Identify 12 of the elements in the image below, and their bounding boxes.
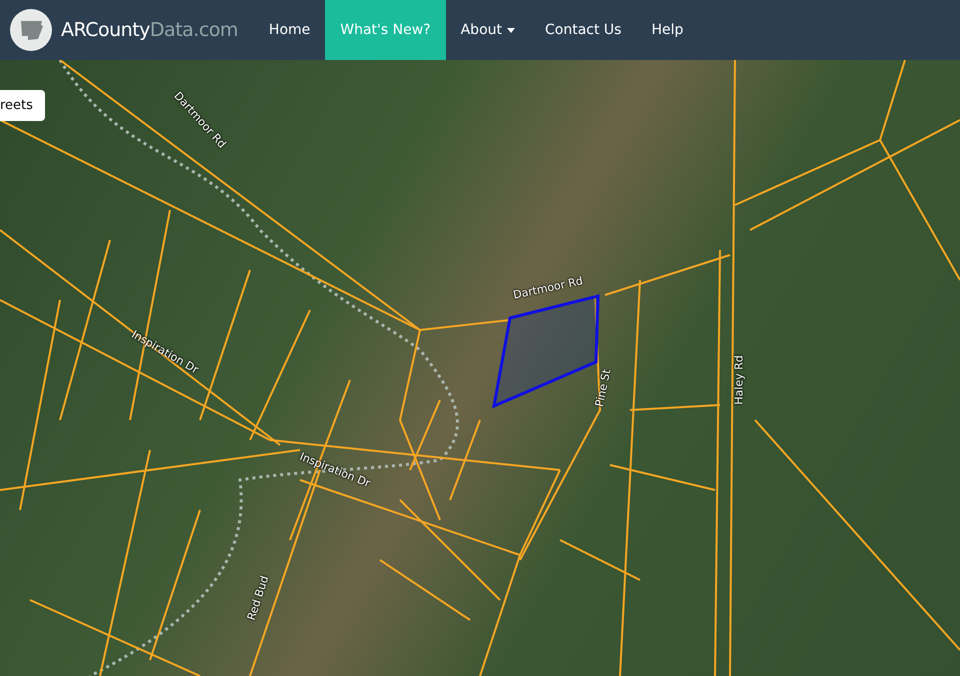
road-label: Haley Rd (732, 355, 746, 405)
road-label: Dartmoor Rd (512, 274, 584, 302)
road-label: Pine St (592, 368, 614, 408)
state-outline-logo-icon[interactable] (9, 8, 53, 52)
site-logo-text[interactable]: ARCountyData.com (61, 19, 238, 41)
layer-button[interactable]: reets (0, 90, 45, 121)
nav-link[interactable]: Contact Us (530, 0, 636, 60)
road-label: Red Bud (244, 574, 272, 622)
nav-link[interactable]: Help (636, 0, 698, 60)
nav-link[interactable]: About (446, 0, 530, 60)
nav-link[interactable]: Home (254, 0, 326, 60)
caret-icon (507, 28, 516, 32)
